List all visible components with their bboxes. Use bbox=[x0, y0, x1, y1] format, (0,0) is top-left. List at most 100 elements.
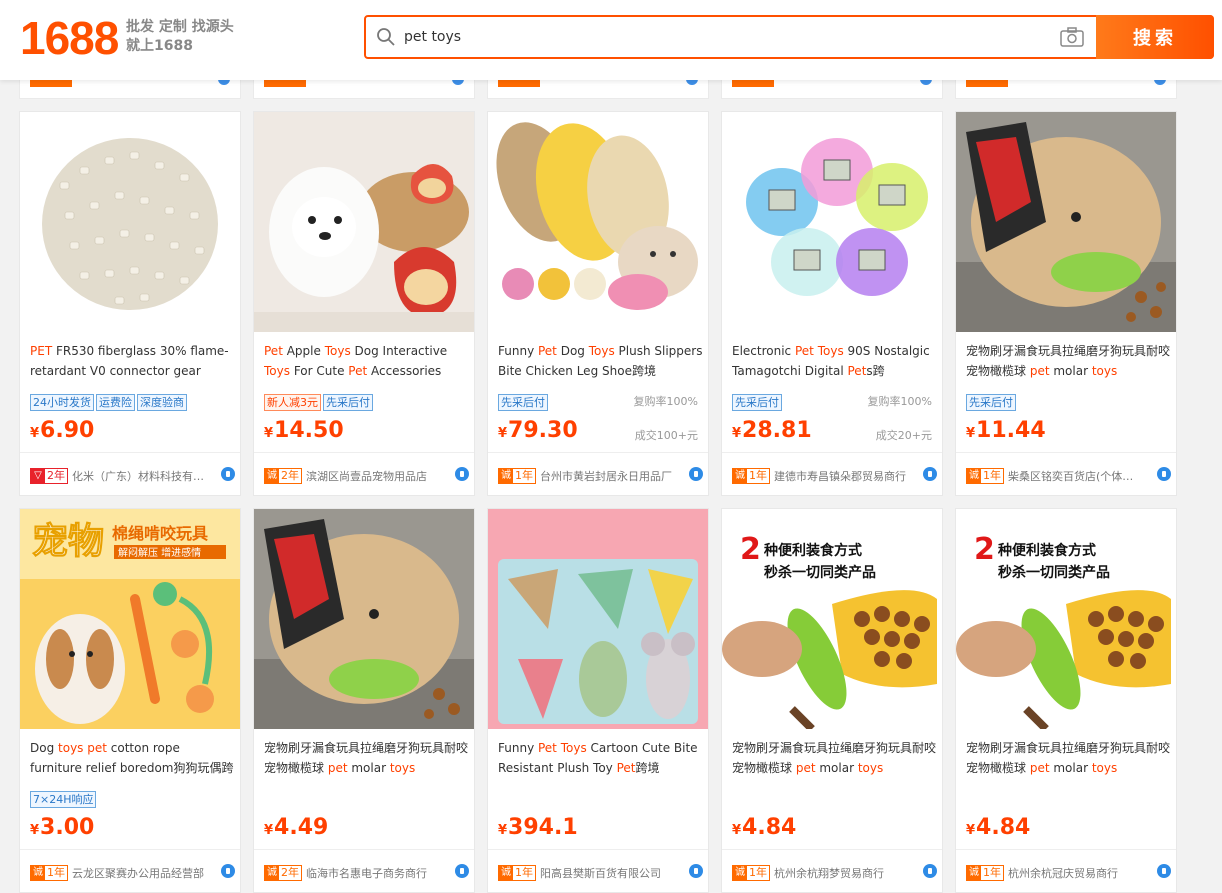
product-title[interactable]: 宠物刷牙漏食玩具拉绳磨牙狗玩具耐咬宠物橄榄球 pet molar toys bbox=[732, 738, 937, 778]
title-highlight: Pet bbox=[794, 344, 814, 358]
shop-name[interactable]: 柴桑区铭奕百货店(个体工商户) bbox=[1008, 468, 1140, 484]
product-card[interactable]: 宠物刷牙漏食玩具拉绳磨牙狗玩具耐咬宠物橄榄球 pet molar toys ¥4… bbox=[253, 508, 475, 893]
feeder-number: 2 bbox=[740, 532, 761, 567]
title-text: molar bbox=[347, 761, 390, 775]
shop-info[interactable]: 诚 2年 滨湖区尚壹品宠物用品店 bbox=[264, 465, 469, 484]
currency-symbol: ¥ bbox=[30, 426, 40, 441]
chat-icon[interactable] bbox=[455, 864, 469, 878]
shop-name[interactable]: 杭州余杭翔梦贸易商行 bbox=[774, 865, 906, 881]
chat-icon[interactable] bbox=[923, 467, 937, 481]
title-highlight: toys bbox=[857, 761, 884, 775]
chat-icon[interactable] bbox=[1157, 864, 1171, 878]
chat-icon[interactable] bbox=[923, 864, 937, 878]
service-tag: 运费险 bbox=[96, 394, 135, 411]
badge-years: 2年 bbox=[281, 865, 299, 879]
product-title[interactable]: Pet Apple Toys Dog Interactive Toys For … bbox=[264, 341, 469, 381]
product-title[interactable]: PET FR530 fiberglass 30% flame-retardant… bbox=[30, 341, 235, 381]
chat-icon[interactable] bbox=[1157, 467, 1171, 481]
title-text: Funny bbox=[498, 741, 538, 755]
price-value: 4.84 bbox=[742, 815, 797, 840]
product-card[interactable]: Funny Pet Toys Cartoon Cute Bite Resista… bbox=[487, 508, 709, 893]
chat-icon[interactable] bbox=[455, 467, 469, 481]
product-title[interactable]: Electronic Pet Toys 90S Nostalgic Tamago… bbox=[732, 341, 937, 381]
shop-info[interactable]: 诚1年柴桑区铭奕百货店(个体工商户) bbox=[966, 465, 1171, 484]
product-title[interactable]: Dog toys pet cotton rope furniture relie… bbox=[30, 738, 235, 778]
product-tags: 先采后付 bbox=[966, 391, 1018, 411]
search-input[interactable] bbox=[404, 23, 1044, 51]
product-price: ¥4.84 bbox=[732, 814, 796, 845]
product-card[interactable]: 2 种便利装食方式 秒杀一切同类产品 宠物刷牙漏食玩具拉绳磨牙狗玩具耐咬宠物橄榄… bbox=[955, 508, 1177, 893]
shop-info[interactable]: 诚 1年 云龙区聚赛办公用品经营部 bbox=[30, 862, 235, 881]
shop-info[interactable]: ▽2年化米（广东）材料科技有限公司 bbox=[30, 465, 235, 484]
product-image[interactable] bbox=[254, 112, 474, 332]
shop-info[interactable]: 诚 1年 阳高县樊斯百货有限公司 bbox=[498, 862, 703, 881]
service-tag: 先采后付 bbox=[323, 394, 373, 411]
shop-name[interactable]: 化米（广东）材料科技有限公司 bbox=[72, 468, 204, 484]
product-title[interactable]: 宠物刷牙漏食玩具拉绳磨牙狗玩具耐咬宠物橄榄球 pet molar toys bbox=[264, 738, 469, 778]
shop-name[interactable]: 杭州余杭冠庆贸易商行 bbox=[1008, 865, 1140, 881]
shop-name[interactable]: 建德市寿昌镇朵郡贸易商行 bbox=[774, 468, 906, 484]
product-card[interactable]: 宠物刷牙漏食玩具拉绳磨牙狗玩具耐咬宠物橄榄球 pet molar toys 先采… bbox=[955, 111, 1177, 496]
product-title[interactable]: 宠物刷牙漏食玩具拉绳磨牙狗玩具耐咬宠物橄榄球 pet molar toys bbox=[966, 341, 1171, 381]
product-image[interactable] bbox=[488, 112, 708, 332]
product-title[interactable]: Funny Pet Toys Cartoon Cute Bite Resista… bbox=[498, 738, 703, 778]
membership-badge: 诚 1年 bbox=[732, 864, 770, 881]
product-price: ¥4.84 bbox=[966, 814, 1030, 845]
product-price: ¥4.49 bbox=[264, 814, 328, 845]
trust-icon: 诚 bbox=[733, 865, 747, 880]
product-image[interactable] bbox=[254, 509, 474, 729]
sold-amount: 成交100+元 bbox=[634, 429, 698, 442]
chat-icon[interactable] bbox=[689, 864, 703, 878]
title-highlight: Pet bbox=[348, 364, 368, 378]
membership-badge: 诚 2年 bbox=[264, 467, 302, 484]
membership-badge: ▽ 2年 bbox=[30, 467, 68, 484]
product-card[interactable]: PET FR530 fiberglass 30% flame-retardant… bbox=[19, 111, 241, 496]
product-card[interactable]: 2 种便利装食方式 秒杀一切同类产品 宠物刷牙漏食玩具拉绳磨牙狗玩具耐咬宠物橄榄… bbox=[721, 508, 943, 893]
product-card[interactable]: Electronic Pet Toys 90S Nostalgic Tamago… bbox=[721, 111, 943, 496]
shop-info[interactable]: 诚 2年 临海市名惠电子商务商行 bbox=[264, 862, 469, 881]
product-card[interactable]: Pet Apple Toys Dog Interactive Toys For … bbox=[253, 111, 475, 496]
product-card[interactable]: Funny Pet Dog Toys Plush Slippers Bite C… bbox=[487, 111, 709, 496]
tagline-line1: 批发 定制 找源头 bbox=[126, 19, 234, 35]
title-text: FR530 fiberglass 30% flame-retardant V0 … bbox=[30, 344, 229, 378]
search-button[interactable]: 搜索 bbox=[1096, 15, 1214, 59]
shop-name[interactable]: 临海市名惠电子商务商行 bbox=[306, 865, 438, 881]
title-highlight: toys bbox=[1091, 364, 1118, 378]
price-value: 3.00 bbox=[40, 815, 95, 840]
trust-icon: 诚 bbox=[967, 468, 981, 483]
product-image[interactable] bbox=[956, 112, 1176, 332]
chat-icon[interactable] bbox=[689, 467, 703, 481]
product-tags: 24小时发货 运费险 深度验商 bbox=[30, 391, 189, 411]
shop-name[interactable]: 阳高县樊斯百货有限公司 bbox=[540, 865, 672, 881]
product-title[interactable]: Funny Pet Dog Toys Plush Slippers Bite C… bbox=[498, 341, 703, 381]
tagline-line2: 就上1688 bbox=[126, 38, 193, 54]
shop-name[interactable]: 滨湖区尚壹品宠物用品店 bbox=[306, 468, 438, 484]
bulldog-image bbox=[956, 112, 1176, 332]
product-image[interactable] bbox=[488, 509, 708, 729]
shop-info[interactable]: 诚 1年 建德市寿昌镇朵郡贸易商行 bbox=[732, 465, 937, 484]
shop-info[interactable]: 诚 1年 杭州余杭翔梦贸易商行 bbox=[732, 862, 937, 881]
product-image[interactable] bbox=[722, 112, 942, 332]
product-image[interactable]: 2 种便利装食方式 秒杀一切同类产品 bbox=[722, 509, 942, 729]
product-card[interactable]: 宠物 棉绳啃咬玩具 解闷解压 增进感情 Dog toys pet cotton … bbox=[19, 508, 241, 893]
shop-info[interactable]: 诚 1年 台州市黄岩封居永日用品厂 bbox=[498, 465, 703, 484]
price-value: 14.50 bbox=[274, 418, 344, 443]
divider bbox=[488, 452, 708, 453]
title-highlight: PET bbox=[30, 344, 53, 358]
chat-icon[interactable] bbox=[221, 467, 235, 481]
product-title[interactable]: 宠物刷牙漏食玩具拉绳磨牙狗玩具耐咬宠物橄榄球 pet molar toys bbox=[966, 738, 1171, 778]
feeder-caption-2: 秒杀一切同类产品 bbox=[764, 564, 876, 581]
shop-name[interactable]: 云龙区聚赛办公用品经营部 bbox=[72, 865, 204, 881]
site-logo[interactable]: 1688 bbox=[20, 14, 119, 62]
bulldog-image bbox=[254, 509, 474, 729]
shop-info[interactable]: 诚 1年 杭州余杭冠庆贸易商行 bbox=[966, 862, 1171, 881]
product-image[interactable]: 宠物 棉绳啃咬玩具 解闷解压 增进感情 bbox=[20, 509, 240, 729]
divider bbox=[20, 452, 240, 453]
chat-icon[interactable] bbox=[221, 864, 235, 878]
camera-icon[interactable] bbox=[1060, 27, 1084, 47]
title-text: Funny bbox=[498, 344, 538, 358]
shop-name[interactable]: 台州市黄岩封居永日用品厂 bbox=[540, 468, 672, 484]
feeder-caption-1: 种便利装食方式 bbox=[763, 542, 862, 559]
product-image[interactable] bbox=[20, 112, 240, 332]
product-image[interactable]: 2 种便利装食方式 秒杀一切同类产品 bbox=[956, 509, 1176, 729]
